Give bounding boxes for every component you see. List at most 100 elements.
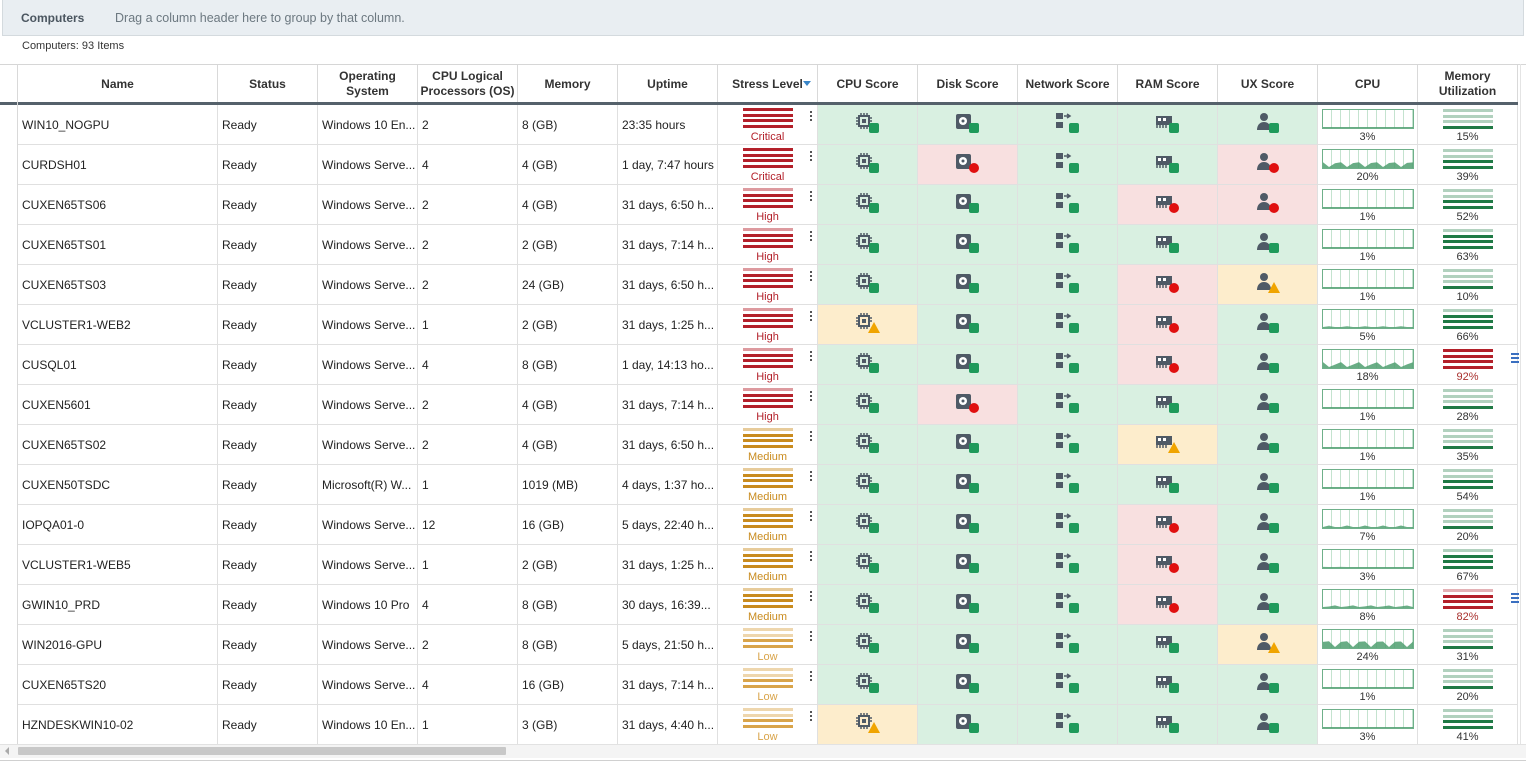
cpu-score-cell[interactable] (818, 305, 918, 345)
table-row[interactable]: CUSQL01 Ready Windows Serve... 4 8 (GB) 1 day… (0, 345, 1526, 385)
network-score-cell[interactable] (1018, 585, 1118, 625)
table-row[interactable]: CUXEN65TS01 Ready Windows Serve... 2 2 (GB) 3… (0, 225, 1526, 265)
more-options-icon[interactable] (810, 191, 814, 203)
network-score-cell[interactable] (1018, 265, 1118, 305)
horizontal-scroll-thumb[interactable] (18, 747, 506, 755)
cpu-score-cell[interactable] (818, 465, 918, 505)
cpu-score-cell[interactable] (818, 265, 918, 305)
stress-level-cell[interactable]: Medium (718, 545, 818, 585)
disk-score-cell[interactable] (918, 225, 1018, 265)
ram-score-cell[interactable] (1118, 185, 1218, 225)
column-header-memory[interactable]: Memory (518, 65, 618, 103)
more-options-icon[interactable] (810, 351, 814, 363)
ux-score-cell[interactable] (1218, 425, 1318, 465)
ux-score-cell[interactable] (1218, 705, 1318, 744)
network-score-cell[interactable] (1018, 465, 1118, 505)
disk-score-cell[interactable] (918, 265, 1018, 305)
network-score-cell[interactable] (1018, 345, 1118, 385)
table-row[interactable]: CUXEN65TS20 Ready Windows Serve... 4 16 (GB)… (0, 665, 1526, 705)
table-row[interactable]: CUXEN65TS02 Ready Windows Serve... 2 4 (GB) 3… (0, 425, 1526, 465)
ram-score-cell[interactable] (1118, 665, 1218, 705)
stress-level-cell[interactable]: Low (718, 665, 818, 705)
disk-score-cell[interactable] (918, 425, 1018, 465)
table-row[interactable]: HZNDESKWIN10-02 Ready Windows 10 En... 1 3 (… (0, 705, 1526, 744)
cpu-score-cell[interactable] (818, 345, 918, 385)
ram-score-cell[interactable] (1118, 265, 1218, 305)
more-options-icon[interactable] (810, 151, 814, 163)
stress-level-cell[interactable]: Critical (718, 145, 818, 185)
ux-score-cell[interactable] (1218, 225, 1318, 265)
more-options-icon[interactable] (810, 231, 814, 243)
ux-score-cell[interactable] (1218, 625, 1318, 665)
ux-score-cell[interactable] (1218, 465, 1318, 505)
ux-score-cell[interactable] (1218, 505, 1318, 545)
disk-score-cell[interactable] (918, 705, 1018, 744)
ram-score-cell[interactable] (1118, 705, 1218, 744)
ux-score-cell[interactable] (1218, 305, 1318, 345)
cpu-score-cell[interactable] (818, 425, 918, 465)
ram-score-cell[interactable] (1118, 105, 1218, 145)
details-menu-icon[interactable] (1511, 353, 1519, 365)
ux-score-cell[interactable] (1218, 665, 1318, 705)
vertical-scrollbar[interactable] (1520, 64, 1526, 744)
group-by-panel[interactable]: Computers Drag a column header here to g… (2, 0, 1524, 36)
more-options-icon[interactable] (810, 671, 814, 683)
stress-level-cell[interactable]: High (718, 385, 818, 425)
more-options-icon[interactable] (810, 711, 814, 723)
disk-score-cell[interactable] (918, 625, 1018, 665)
ram-score-cell[interactable] (1118, 225, 1218, 265)
table-row[interactable]: CUXEN65TS06 Ready Windows Serve... 2 4 (GB) 3… (0, 185, 1526, 225)
cpu-score-cell[interactable] (818, 105, 918, 145)
stress-level-cell[interactable]: Low (718, 705, 818, 744)
column-header-ram_score[interactable]: RAM Score (1118, 65, 1218, 103)
disk-score-cell[interactable] (918, 505, 1018, 545)
ux-score-cell[interactable] (1218, 585, 1318, 625)
ram-score-cell[interactable] (1118, 545, 1218, 585)
stress-level-cell[interactable]: High (718, 265, 818, 305)
ram-score-cell[interactable] (1118, 305, 1218, 345)
network-score-cell[interactable] (1018, 545, 1118, 585)
more-options-icon[interactable] (810, 311, 814, 323)
sort-descending-icon[interactable] (803, 81, 811, 86)
stress-level-cell[interactable]: Medium (718, 465, 818, 505)
table-row[interactable]: VCLUSTER1-WEB5 Ready Windows Serve... 1 2 (G… (0, 545, 1526, 585)
ux-score-cell[interactable] (1218, 265, 1318, 305)
stress-level-cell[interactable]: High (718, 305, 818, 345)
disk-score-cell[interactable] (918, 105, 1018, 145)
network-score-cell[interactable] (1018, 145, 1118, 185)
cpu-score-cell[interactable] (818, 625, 918, 665)
ux-score-cell[interactable] (1218, 345, 1318, 385)
cpu-score-cell[interactable] (818, 545, 918, 585)
table-row[interactable]: IOPQA01-0 Ready Windows Serve... 12 16 (GB) 5… (0, 505, 1526, 545)
stress-level-cell[interactable]: High (718, 345, 818, 385)
cpu-score-cell[interactable] (818, 185, 918, 225)
horizontal-scrollbar[interactable] (0, 744, 1526, 758)
disk-score-cell[interactable] (918, 145, 1018, 185)
ux-score-cell[interactable] (1218, 545, 1318, 585)
column-header-uptime[interactable]: Uptime (618, 65, 718, 103)
stress-level-cell[interactable]: Medium (718, 505, 818, 545)
more-options-icon[interactable] (810, 631, 814, 643)
disk-score-cell[interactable] (918, 545, 1018, 585)
more-options-icon[interactable] (810, 431, 814, 443)
ram-score-cell[interactable] (1118, 465, 1218, 505)
column-header-cpu_lp[interactable]: CPU Logical Processors (OS) (418, 65, 518, 103)
ux-score-cell[interactable] (1218, 105, 1318, 145)
column-header-disk_score[interactable]: Disk Score (918, 65, 1018, 103)
table-row[interactable]: CURDSH01 Ready Windows Serve... 4 4 (GB) 1 da… (0, 145, 1526, 185)
disk-score-cell[interactable] (918, 345, 1018, 385)
ram-score-cell[interactable] (1118, 625, 1218, 665)
scroll-left-arrow-icon[interactable] (5, 747, 9, 755)
column-header-cpu_score[interactable]: CPU Score (818, 65, 918, 103)
more-options-icon[interactable] (810, 511, 814, 523)
column-header-ux_score[interactable]: UX Score (1218, 65, 1318, 103)
network-score-cell[interactable] (1018, 105, 1118, 145)
table-row[interactable]: CUXEN65TS03 Ready Windows Serve... 2 24 (GB)… (0, 265, 1526, 305)
network-score-cell[interactable] (1018, 505, 1118, 545)
disk-score-cell[interactable] (918, 665, 1018, 705)
cpu-score-cell[interactable] (818, 505, 918, 545)
column-header-mem_util[interactable]: Memory Utilization (1418, 65, 1518, 103)
network-score-cell[interactable] (1018, 305, 1118, 345)
column-header-net_score[interactable]: Network Score (1018, 65, 1118, 103)
cpu-score-cell[interactable] (818, 705, 918, 744)
